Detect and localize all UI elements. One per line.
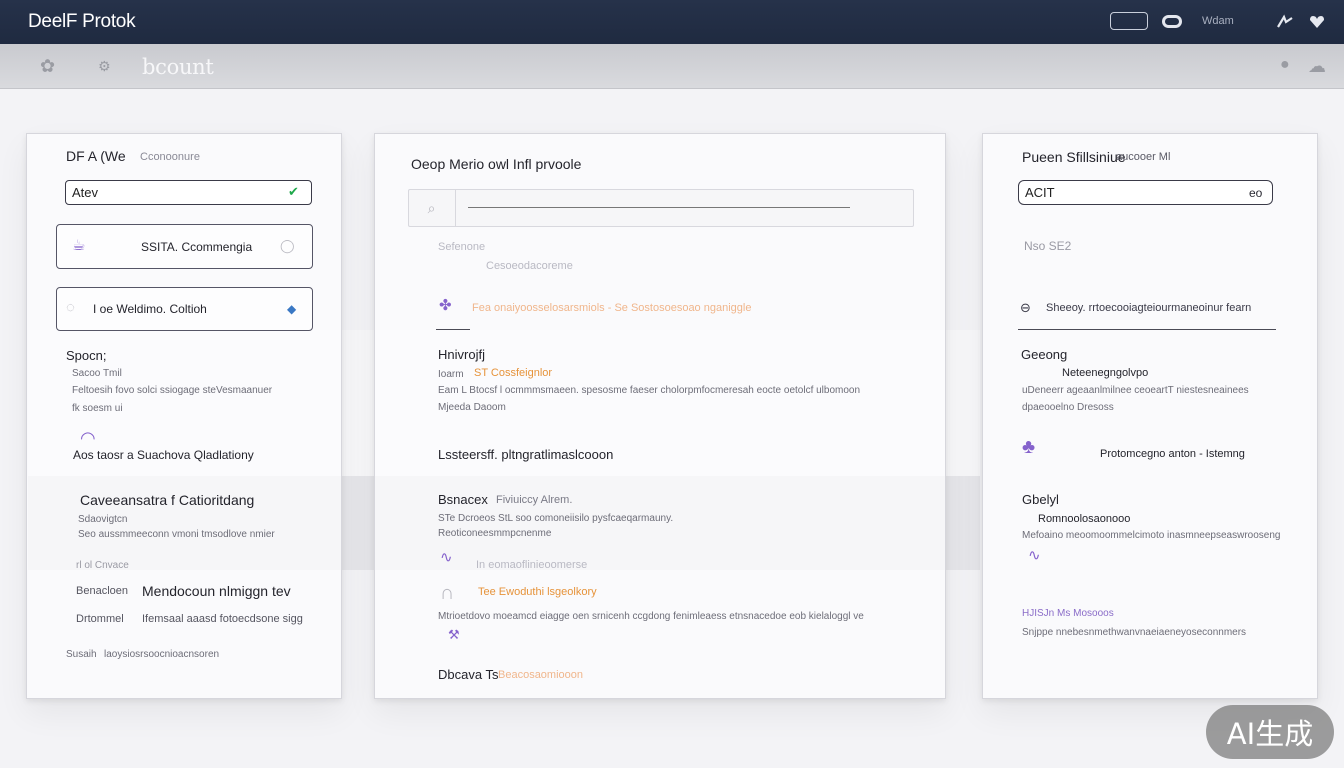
- left-row-key: Susaih: [66, 649, 97, 660]
- left-row-value: Ifemsaal aaasd fotoecdsone sigg: [142, 613, 303, 625]
- left-section3-line: Seo aussmmeeconn vmoni tmsodlove nmier: [78, 529, 275, 540]
- middle-faint-line: In eomaoflinieoomerse: [476, 559, 588, 571]
- middle-section-line: Mjeeda Daoom: [438, 402, 506, 413]
- middle-section2-title[interactable]: Lssteersff. pltngratlimaslcooon: [438, 447, 613, 462]
- right-tag-label[interactable]: Protomcegno anton - Istemng: [1100, 448, 1245, 460]
- arc-icon: ◠: [80, 428, 96, 448]
- left-row-value: laoysiosrsoocnioacnsoren: [104, 649, 220, 660]
- middle-search-input[interactable]: [408, 189, 914, 227]
- middle-panel-title: Oeop Merio owl Infl prvoole: [411, 156, 582, 172]
- middle-section3-subtitle: Fiviuiccy Alrem.: [496, 494, 573, 506]
- check-icon: ✔: [288, 184, 299, 199]
- middle-faint-line: Sefenone: [438, 241, 486, 253]
- bubbles-icon: ♣: [1022, 436, 1036, 458]
- left-section3-line: rl ol Cnvace: [76, 560, 129, 571]
- right-section-line: dpaeooelno Dresoss: [1022, 402, 1114, 413]
- toolbar: ✿ ⚙ bcount ● ☁: [0, 44, 1344, 89]
- tool-icon: ⚒: [448, 627, 460, 642]
- middle-section-prefix: Ioarm: [438, 369, 464, 380]
- puzzle-icon[interactable]: ✿: [40, 56, 55, 77]
- status-text: Wdam: [1202, 15, 1234, 27]
- right-section2-title: Gbelyl: [1022, 492, 1059, 507]
- left-section2-title: Aos taosr a Suachova Qladlationy: [73, 448, 254, 462]
- left-row-value: Mendocoun nlmiggn tev: [142, 583, 291, 599]
- app-topbar: DeelF Protok Wdam: [0, 0, 1344, 44]
- right-section3-line: Snjppe nnebesnmethwanvnaeiaeneyoseconnme…: [1022, 627, 1247, 638]
- left-panel-title: DF A (We: [66, 148, 126, 164]
- chat-icon: ◯: [280, 238, 295, 253]
- right-panel-title: Pueen Sfillsiniue: [1022, 149, 1126, 165]
- workflow-card-label: I oe Weldimo. Coltioh: [93, 302, 207, 316]
- left-row-key: Drtommel: [76, 613, 124, 625]
- cup-icon: ☕: [72, 237, 86, 254]
- heart-icon[interactable]: [1306, 11, 1328, 33]
- left-section-title: Spocn;: [66, 348, 107, 363]
- share-icon[interactable]: [1274, 11, 1296, 33]
- middle-faint-line: Cesoeodacoreme: [486, 260, 573, 272]
- divider: [436, 329, 470, 330]
- section-title: bcount: [142, 55, 214, 79]
- left-search-input[interactable]: Atev: [65, 180, 312, 205]
- right-section-line: uDeneerr ageaanlmilnee ceoeartT niestesn…: [1022, 385, 1249, 396]
- right-section-title: Geeong: [1021, 347, 1068, 362]
- left-section-subtitle: Sacoo Tmil: [72, 368, 122, 379]
- middle-section-line: Eam L Btocsf l ocmmmsmaeen. spesosme fae…: [438, 385, 861, 396]
- bubble-icon: ◌: [66, 299, 75, 316]
- right-section2-line: Mefoaino meoomoommelcimoto inasmneepseas…: [1022, 530, 1281, 541]
- arch-icon: ∩: [440, 582, 455, 604]
- command-card-label: SSITA. Ccommengia: [141, 240, 253, 254]
- pill-icon[interactable]: [1110, 12, 1148, 30]
- left-section3-title[interactable]: Caveeansatra f Catioritdang: [80, 492, 254, 508]
- toggle-icon[interactable]: [1162, 15, 1182, 28]
- right-panel-subtitle: aucooer Ml: [1116, 151, 1171, 163]
- middle-section5-title: Dbcava Ts: [438, 667, 499, 682]
- puzzle-icon: ✤: [439, 297, 452, 314]
- middle-section3-title: Bsnacex: [438, 492, 488, 507]
- wave-icon: ∿: [1028, 547, 1041, 564]
- right-section3-title: HJISJn Ms Mosooos: [1022, 608, 1114, 619]
- app-title: DeelF Protok: [28, 11, 136, 32]
- user-icon[interactable]: ●: [1280, 56, 1290, 74]
- link-icon: ⊖: [1020, 300, 1031, 315]
- right-section-subtitle: Neteenegngolvpo: [1062, 367, 1149, 379]
- left-section3-line: Sdaovigtcn: [78, 514, 128, 525]
- divider: [1018, 329, 1276, 330]
- middle-section5-subtitle: Beacosaomiooon: [498, 669, 584, 681]
- ai-watermark-badge: AI生成: [1206, 705, 1334, 759]
- gear-icon[interactable]: ⚙: [98, 58, 111, 75]
- left-input-value: Atev: [72, 185, 99, 200]
- right-faint-value: Nso SE2: [1024, 239, 1072, 253]
- middle-section3-line: Reoticoneesmmpcnenme: [438, 528, 552, 539]
- search-icon[interactable]: ⌕: [408, 189, 456, 227]
- left-section-line: Feltoesih fovo solci ssiogage steVesmaan…: [72, 385, 273, 396]
- search-underline: [468, 207, 850, 208]
- right-link-row[interactable]: Sheeoy. rrtoecooiagteiourmaneoinur fearn: [1046, 302, 1251, 314]
- right-section2-subtitle: Romnoolosaonooo: [1038, 513, 1131, 525]
- left-row-key: Benacloen: [76, 585, 128, 597]
- middle-orange-link[interactable]: Tee Ewoduthi lsgeolkory: [478, 586, 597, 598]
- middle-link-row[interactable]: Fea onaiyoosselosarsmiols - Se Sostosoes…: [472, 302, 751, 314]
- shield-icon: ◆: [287, 302, 297, 316]
- wave-icon: ∿: [440, 549, 453, 566]
- left-section-line: fk soesm ui: [72, 403, 123, 414]
- middle-section-title: Hnivrojfj: [438, 347, 485, 362]
- middle-section-subtitle: ST Cossfeignlor: [474, 367, 553, 379]
- middle-section4-line: Mtrioetdovo moeamcd eiagge oen srnicenh …: [438, 611, 864, 622]
- left-panel-subtitle: Cconoonure: [140, 151, 200, 163]
- right-input-value: ACIT: [1025, 185, 1055, 200]
- right-input-suffix: eo: [1249, 186, 1263, 200]
- cloud-icon[interactable]: ☁: [1308, 56, 1326, 77]
- right-search-input[interactable]: ACIT: [1018, 180, 1273, 205]
- middle-section3-line: STe Dcroeos StL soo comoneiisilo pysfcae…: [438, 513, 674, 524]
